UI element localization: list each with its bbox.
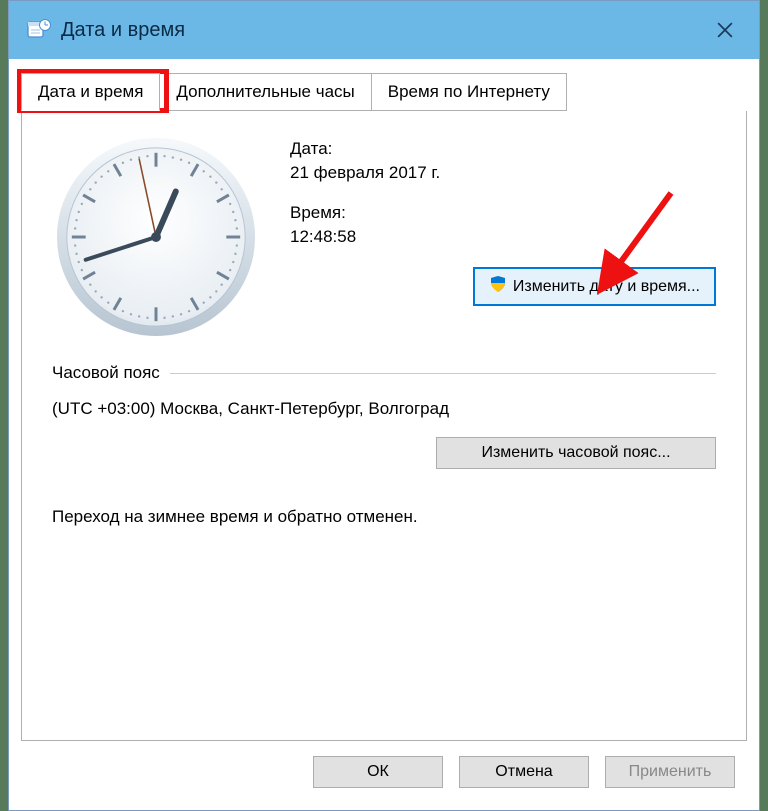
titlebar: Дата и время (9, 1, 759, 59)
tab-content: Дата: 21 февраля 2017 г. Время: 12:48:58 (21, 111, 747, 741)
button-label: Изменить дату и время... (513, 278, 700, 296)
close-button[interactable] (705, 10, 745, 50)
ok-button[interactable]: ОК (313, 756, 443, 788)
dst-status: Переход на зимнее время и обратно отмене… (52, 507, 716, 527)
analog-clock (52, 133, 260, 341)
tab-date-time[interactable]: Дата и время (21, 73, 160, 111)
time-value: 12:48:58 (290, 227, 716, 247)
tab-additional-clocks[interactable]: Дополнительные часы (159, 73, 371, 111)
change-date-time-button[interactable]: Изменить дату и время... (473, 267, 716, 306)
timezone-header: Часовой пояс (52, 363, 716, 383)
button-label: Отмена (495, 763, 552, 781)
date-time-dialog: Дата и время Дата и время Дополнительные… (8, 0, 760, 811)
tab-strip: Дата и время Дополнительные часы Время п… (9, 59, 759, 111)
date-time-icon (27, 18, 51, 42)
date-label: Дата: (290, 139, 716, 159)
apply-button[interactable]: Применить (605, 756, 735, 788)
tab-label: Дата и время (38, 82, 143, 101)
tab-label: Время по Интернету (388, 82, 550, 101)
window-title: Дата и время (61, 19, 705, 42)
dialog-footer: ОК Отмена Применить (313, 756, 735, 788)
change-timezone-button[interactable]: Изменить часовой пояс... (436, 437, 716, 469)
tab-internet-time[interactable]: Время по Интернету (371, 73, 567, 111)
button-label: Изменить часовой пояс... (481, 444, 670, 462)
button-label: ОК (367, 763, 389, 781)
button-label: Применить (629, 763, 712, 781)
timezone-value: (UTC +03:00) Москва, Санкт-Петербург, Во… (52, 399, 716, 419)
divider (170, 373, 716, 374)
time-label: Время: (290, 203, 716, 223)
cancel-button[interactable]: Отмена (459, 756, 589, 788)
date-time-info: Дата: 21 февраля 2017 г. Время: 12:48:58 (290, 133, 716, 341)
section-title: Часовой пояс (52, 363, 160, 383)
uac-shield-icon (489, 275, 507, 298)
date-value: 21 февраля 2017 г. (290, 163, 716, 183)
tab-label: Дополнительные часы (176, 82, 354, 101)
